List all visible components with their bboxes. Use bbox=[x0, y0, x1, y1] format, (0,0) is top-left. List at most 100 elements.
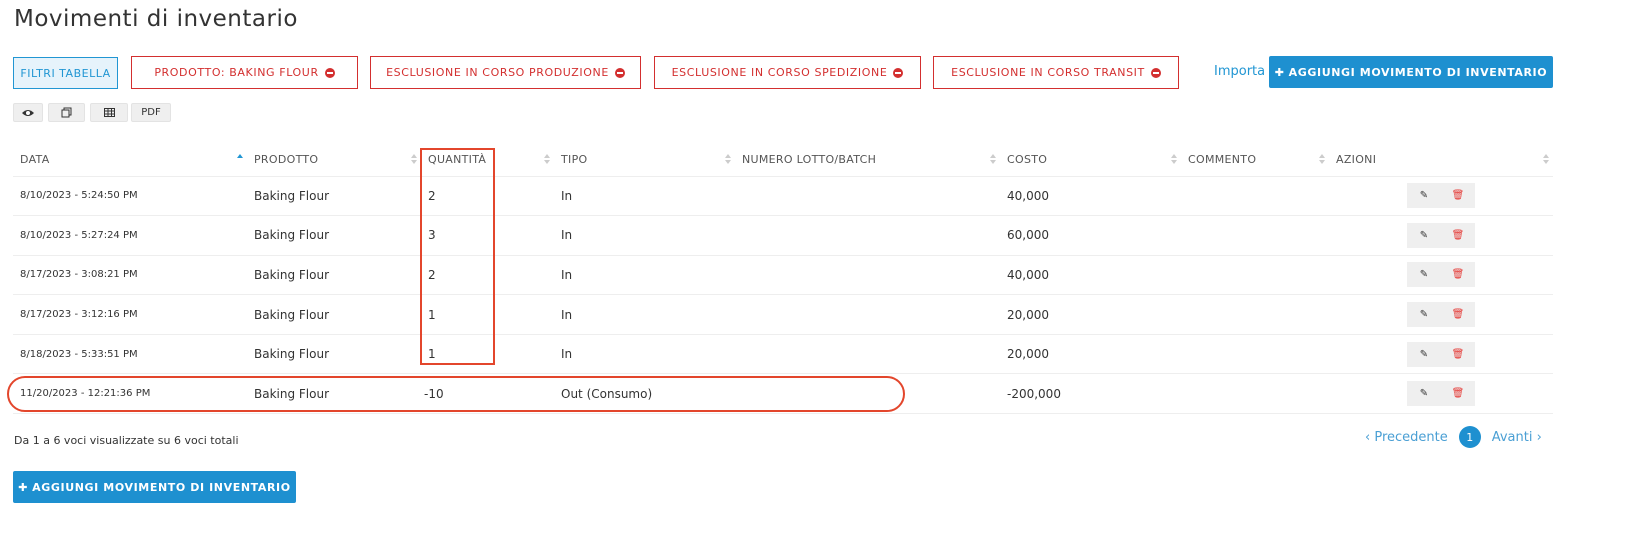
remove-circle-icon[interactable] bbox=[1150, 67, 1161, 78]
sort-icon bbox=[544, 154, 550, 166]
copy-button[interactable] bbox=[48, 103, 85, 122]
column-header-label: TIPO bbox=[561, 152, 588, 166]
sort-asc-icon bbox=[237, 154, 243, 166]
trash-icon[interactable]: 🗑 bbox=[1441, 222, 1475, 248]
edit-icon[interactable]: ✎ bbox=[1407, 222, 1441, 248]
column-header-date[interactable]: DATA bbox=[13, 143, 247, 177]
cell-date: 8/10/2023 - 5:24:50 PM bbox=[13, 176, 247, 217]
column-header-type[interactable]: TIPO bbox=[554, 143, 735, 177]
sort-icon bbox=[1319, 154, 1325, 166]
cell-comment bbox=[1181, 294, 1329, 335]
edit-icon[interactable]: ✎ bbox=[1407, 302, 1441, 328]
column-header-label: PRODOTTO bbox=[254, 152, 319, 166]
cell-lot bbox=[735, 215, 1000, 256]
filter-chip-product[interactable]: PRODOTTO: BAKING FLOUR bbox=[131, 56, 358, 89]
cell-actions: ✎ 🗑 bbox=[1329, 334, 1553, 375]
column-visibility-button[interactable] bbox=[13, 103, 43, 122]
remove-circle-icon[interactable] bbox=[614, 67, 625, 78]
add-inventory-movement-button-bottom[interactable]: ✚ AGGIUNGI MOVIMENTO DI INVENTARIO bbox=[13, 471, 296, 503]
cell-actions: ✎ 🗑 bbox=[1329, 255, 1553, 296]
trash-icon[interactable]: 🗑 bbox=[1441, 183, 1475, 209]
filter-chip-label: PRODOTTO: BAKING FLOUR bbox=[154, 66, 319, 79]
cell-comment bbox=[1181, 373, 1329, 415]
import-link[interactable]: Importa bbox=[1214, 64, 1265, 79]
previous-page-link[interactable]: ‹ Precedente bbox=[1365, 430, 1448, 445]
cell-type: In bbox=[554, 334, 735, 375]
column-header-label: DATA bbox=[20, 152, 50, 166]
remove-circle-icon[interactable] bbox=[893, 67, 904, 78]
inventory-movements-table: DATA PRODOTTO QUANTITÀ TIPO NUMERO LOTTO… bbox=[13, 143, 1553, 415]
table-info: Da 1 a 6 voci visualizzate su 6 voci tot… bbox=[14, 434, 239, 447]
page-title: Movimenti di inventario bbox=[14, 6, 298, 32]
add-button-label: AGGIUNGI MOVIMENTO DI INVENTARIO bbox=[1288, 65, 1548, 79]
cell-date: 8/10/2023 - 5:27:24 PM bbox=[13, 215, 247, 256]
column-header-product[interactable]: PRODOTTO bbox=[247, 143, 421, 177]
column-header-label: COSTO bbox=[1007, 152, 1048, 166]
table-row: 8/10/2023 - 5:27:24 PM Baking Flour 3 In… bbox=[13, 215, 1553, 256]
sort-icon bbox=[1171, 154, 1177, 166]
page-1-button[interactable]: 1 bbox=[1458, 426, 1481, 448]
cell-comment bbox=[1181, 176, 1329, 217]
cell-product: Baking Flour bbox=[247, 215, 421, 256]
edit-icon[interactable]: ✎ bbox=[1407, 341, 1441, 367]
table-icon bbox=[103, 108, 115, 117]
cell-type: In bbox=[554, 176, 735, 217]
filter-chip-shipping[interactable]: ESCLUSIONE IN CORSO SPEDIZIONE bbox=[654, 56, 921, 89]
cell-lot bbox=[735, 334, 1000, 375]
trash-icon[interactable]: 🗑 bbox=[1441, 302, 1475, 328]
pdf-export-button[interactable]: PDF bbox=[131, 103, 171, 122]
plus-icon: ✚ bbox=[18, 480, 29, 494]
edit-icon[interactable]: ✎ bbox=[1407, 381, 1441, 407]
cell-product: Baking Flour bbox=[247, 255, 421, 296]
trash-icon[interactable]: 🗑 bbox=[1441, 341, 1475, 367]
add-inventory-movement-button[interactable]: ✚ AGGIUNGI MOVIMENTO DI INVENTARIO bbox=[1269, 56, 1553, 88]
cell-cost: 20,000 bbox=[1000, 294, 1181, 335]
cell-cost: 40,000 bbox=[1000, 176, 1181, 217]
filter-chip-production[interactable]: ESCLUSIONE IN CORSO PRODUZIONE bbox=[370, 56, 641, 89]
cell-type: In bbox=[554, 255, 735, 296]
column-header-lot[interactable]: NUMERO LOTTO/BATCH bbox=[735, 143, 1000, 177]
column-header-comment[interactable]: COMMENTO bbox=[1181, 143, 1329, 177]
cell-type: In bbox=[554, 294, 735, 335]
cell-lot bbox=[735, 255, 1000, 296]
cell-date: 8/17/2023 - 3:08:21 PM bbox=[13, 255, 247, 296]
table-filters-button[interactable]: FILTRI TABELLA bbox=[13, 57, 118, 89]
cell-cost: 40,000 bbox=[1000, 255, 1181, 296]
add-button-label: AGGIUNGI MOVIMENTO DI INVENTARIO bbox=[32, 480, 291, 494]
cell-cost: -200,000 bbox=[1000, 373, 1181, 415]
column-header-label: AZIONI bbox=[1336, 152, 1377, 166]
edit-icon[interactable]: ✎ bbox=[1407, 262, 1441, 288]
filter-chip-transit[interactable]: ESCLUSIONE IN CORSO TRANSIT bbox=[933, 56, 1179, 89]
table-header-row: DATA PRODOTTO QUANTITÀ TIPO NUMERO LOTTO… bbox=[13, 143, 1553, 177]
cell-product: Baking Flour bbox=[247, 334, 421, 375]
remove-circle-icon[interactable] bbox=[324, 67, 335, 78]
trash-icon[interactable]: 🗑 bbox=[1441, 262, 1475, 288]
cell-comment bbox=[1181, 255, 1329, 296]
row-highlight bbox=[7, 376, 905, 412]
table-row: 8/18/2023 - 5:33:51 PM Baking Flour 1 In… bbox=[13, 334, 1553, 375]
trash-icon[interactable]: 🗑 bbox=[1441, 381, 1475, 407]
next-page-link[interactable]: Avanti › bbox=[1492, 430, 1542, 445]
filter-chip-label: ESCLUSIONE IN CORSO SPEDIZIONE bbox=[671, 66, 888, 79]
cell-actions: ✎ 🗑 bbox=[1329, 215, 1553, 256]
cell-actions: ✎ 🗑 bbox=[1329, 294, 1553, 335]
cell-lot bbox=[735, 294, 1000, 335]
sort-icon bbox=[411, 154, 417, 166]
filter-chip-label: ESCLUSIONE IN CORSO TRANSIT bbox=[951, 66, 1145, 79]
column-header-actions[interactable]: AZIONI bbox=[1329, 143, 1553, 177]
quantity-column-highlight bbox=[420, 148, 495, 365]
cell-actions: ✎ 🗑 bbox=[1329, 176, 1553, 217]
cell-date: 8/18/2023 - 5:33:51 PM bbox=[13, 334, 247, 375]
cell-type: In bbox=[554, 215, 735, 256]
sort-icon bbox=[725, 154, 731, 166]
column-header-label: NUMERO LOTTO/BATCH bbox=[742, 152, 877, 166]
cell-product: Baking Flour bbox=[247, 294, 421, 335]
column-header-cost[interactable]: COSTO bbox=[1000, 143, 1181, 177]
cell-cost: 60,000 bbox=[1000, 215, 1181, 256]
cell-lot bbox=[735, 176, 1000, 217]
cell-cost: 20,000 bbox=[1000, 334, 1181, 375]
edit-icon[interactable]: ✎ bbox=[1407, 183, 1441, 209]
eye-icon bbox=[22, 109, 34, 116]
cell-product: Baking Flour bbox=[247, 176, 421, 217]
excel-export-button[interactable] bbox=[90, 103, 128, 122]
